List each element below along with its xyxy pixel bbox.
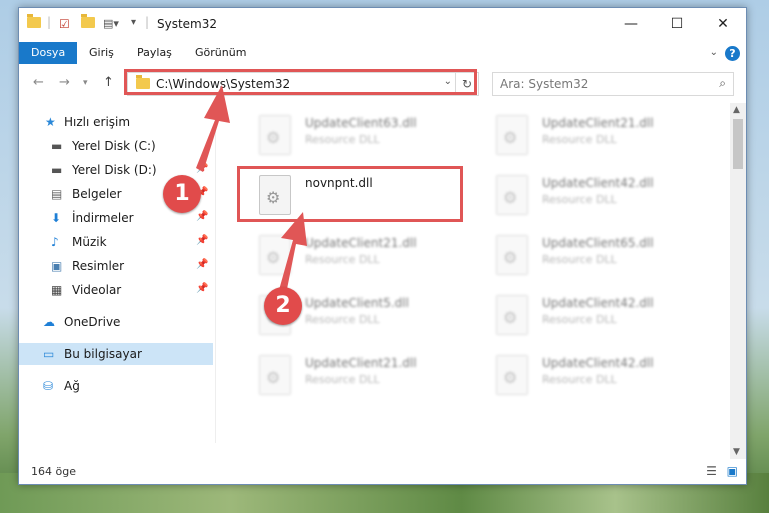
step-1-badge: 1: [163, 175, 201, 213]
arrow-2: [279, 212, 307, 294]
arrow-1: [196, 85, 230, 172]
annotation-arrows: [196, 85, 307, 294]
step-2-badge: 2: [264, 287, 302, 325]
